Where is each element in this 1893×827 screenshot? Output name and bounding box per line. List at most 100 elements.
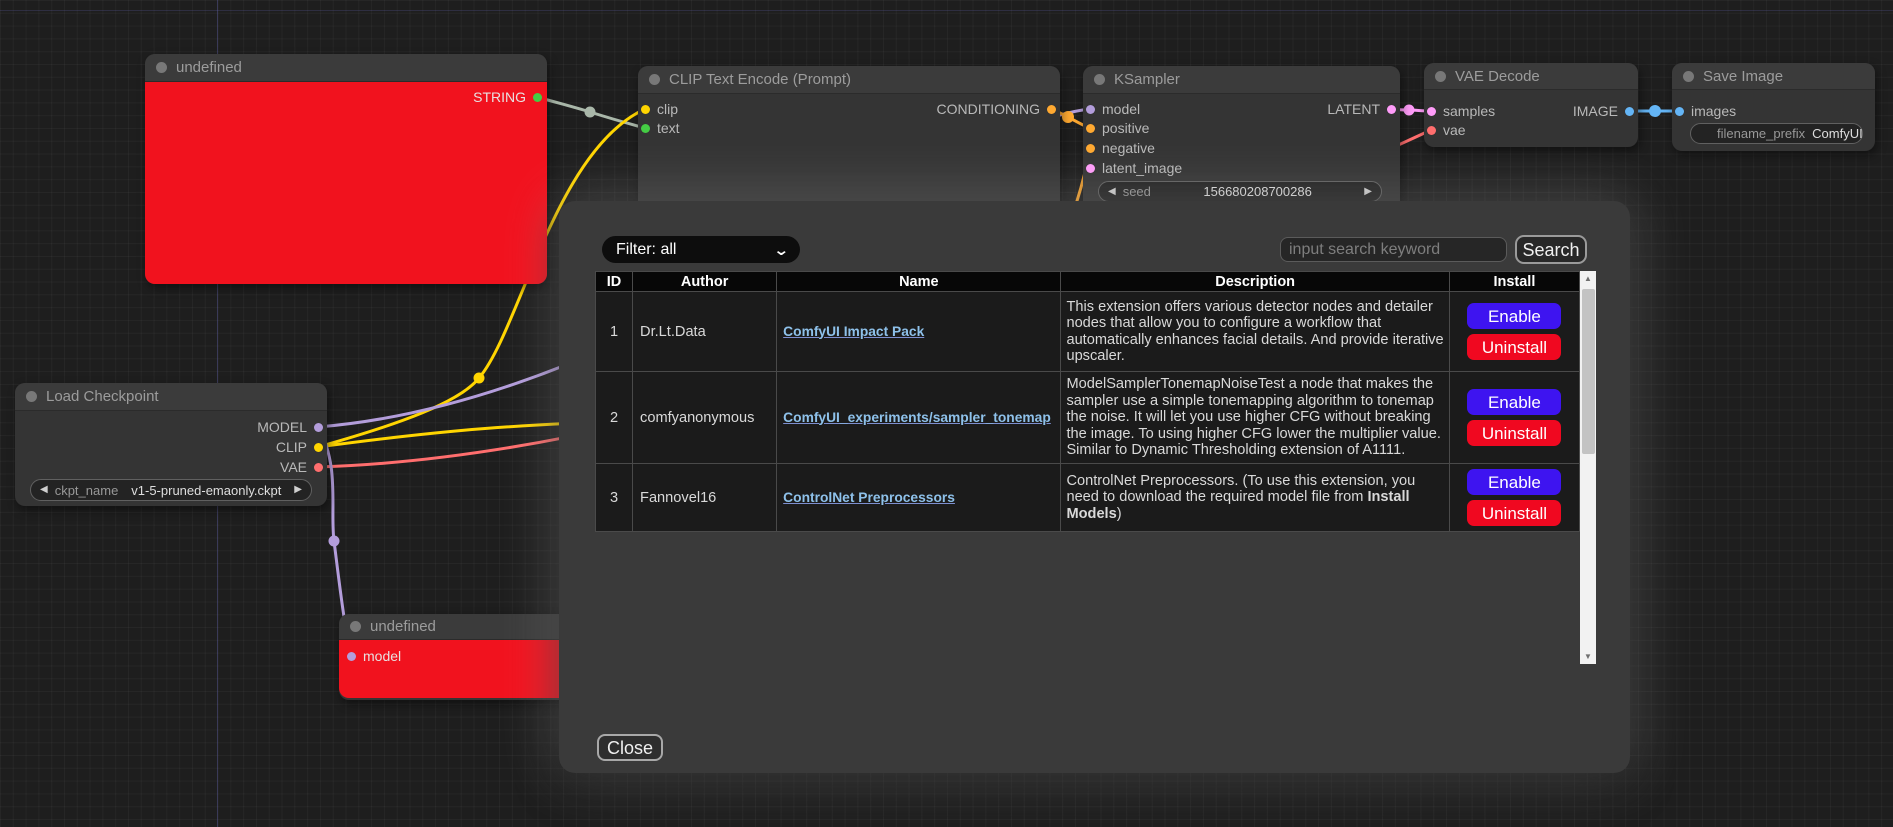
cell-name: ComfyUI Impact Pack (777, 292, 1061, 372)
node-title: VAE Decode (1455, 68, 1540, 85)
port-dot-model[interactable] (1086, 105, 1095, 114)
increment-arrow-icon[interactable]: ▶ (294, 485, 302, 495)
node-status-dot-icon (26, 391, 37, 402)
port-dot-clip[interactable] (641, 105, 650, 114)
wire-dot-clip (474, 373, 485, 384)
port-dot-image[interactable] (1625, 107, 1634, 116)
node-header[interactable]: undefined (145, 54, 547, 82)
extension-link[interactable]: ComfyUI Impact Pack (783, 324, 924, 339)
node-status-dot-icon (1435, 71, 1446, 82)
node-header[interactable]: Save Image (1672, 63, 1875, 90)
port-negative-input[interactable]: negative (1086, 140, 1155, 156)
uninstall-button[interactable]: Uninstall (1467, 420, 1561, 446)
node-title: Load Checkpoint (46, 388, 159, 405)
port-dot-latent[interactable] (1387, 105, 1396, 114)
port-clip-input[interactable]: clip (641, 101, 678, 117)
decrement-arrow-icon[interactable]: ◀ (1108, 187, 1116, 197)
cell-id: 1 (596, 292, 633, 372)
port-image-output[interactable]: IMAGE (1573, 103, 1634, 119)
node-title: CLIP Text Encode (Prompt) (669, 71, 851, 88)
node-title: KSampler (1114, 71, 1180, 88)
filename-prefix-widget[interactable]: filename_prefix ComfyUI (1690, 123, 1863, 144)
port-model-input[interactable]: model (1086, 101, 1140, 117)
wire-dot-conditioning (1062, 111, 1074, 123)
search-button[interactable]: Search (1515, 235, 1587, 264)
port-dot-vae-out[interactable] (314, 463, 323, 472)
cell-name: ControlNet Preprocessors (777, 464, 1061, 532)
uninstall-button[interactable]: Uninstall (1467, 500, 1561, 526)
node-load-checkpoint[interactable]: Load Checkpoint MODEL CLIP VAE ◀ ckpt_na… (15, 383, 327, 506)
extension-link[interactable]: ComfyUI_experiments/sampler_tonemap (783, 410, 1051, 425)
port-positive-input[interactable]: positive (1086, 120, 1149, 136)
cell-install: Enable Uninstall (1449, 292, 1579, 372)
port-samples-input[interactable]: samples (1427, 103, 1495, 119)
enable-button[interactable]: Enable (1467, 389, 1561, 415)
port-string-output[interactable]: STRING (473, 89, 542, 105)
scrollbar-down-arrow-icon[interactable]: ▼ (1580, 649, 1596, 664)
search-input[interactable] (1280, 237, 1507, 262)
port-dot-samples[interactable] (1427, 107, 1436, 116)
filter-select[interactable]: Filter: all ⌄ (602, 236, 800, 263)
extensions-table: ID Author Name Description Install 1 Dr.… (595, 271, 1580, 532)
cell-description: ControlNet Preprocessors. (To use this e… (1061, 464, 1449, 532)
node-header[interactable]: CLIP Text Encode (Prompt) (638, 66, 1060, 94)
uninstall-button[interactable]: Uninstall (1467, 334, 1561, 360)
cell-description: ModelSamplerTonemapNoiseTest a node that… (1061, 372, 1449, 464)
port-clip-output[interactable]: CLIP (276, 439, 323, 455)
table-scrollbar[interactable]: ▲ ▼ (1580, 271, 1596, 664)
port-conditioning-output[interactable]: CONDITIONING (937, 101, 1056, 117)
wire-dot-model (329, 536, 340, 547)
port-dot-positive[interactable] (1086, 124, 1095, 133)
close-button[interactable]: Close (597, 734, 663, 761)
node-header[interactable]: Load Checkpoint (15, 383, 327, 411)
port-latent-output[interactable]: LATENT (1327, 101, 1396, 117)
node-clip-text-encode[interactable]: CLIP Text Encode (Prompt) clip text COND… (638, 66, 1060, 212)
extension-link[interactable]: ControlNet Preprocessors (783, 490, 955, 505)
cell-id: 3 (596, 464, 633, 532)
node-status-dot-icon (1683, 71, 1694, 82)
node-undefined-top[interactable]: undefined STRING (145, 54, 547, 284)
table-row: 3 Fannovel16 ControlNet Preprocessors Co… (596, 464, 1580, 532)
port-dot-model[interactable] (347, 652, 356, 661)
port-dot-model-out[interactable] (314, 423, 323, 432)
port-dot-clip-out[interactable] (314, 443, 323, 452)
node-ksampler[interactable]: KSampler model positive negative latent_… (1083, 66, 1400, 216)
port-dot-conditioning[interactable] (1047, 105, 1056, 114)
enable-button[interactable]: Enable (1467, 303, 1561, 329)
port-latent-image-input[interactable]: latent_image (1086, 160, 1182, 176)
enable-button[interactable]: Enable (1467, 469, 1561, 495)
seed-widget[interactable]: ◀ seed 156680208700286 ▶ (1098, 181, 1382, 202)
port-model-input[interactable]: model (347, 648, 401, 664)
cell-author: Fannovel16 (633, 464, 777, 532)
cell-description: This extension offers various detector n… (1061, 292, 1449, 372)
port-text-input[interactable]: text (641, 120, 680, 136)
port-dot-negative[interactable] (1086, 144, 1095, 153)
node-save-image[interactable]: Save Image images filename_prefix ComfyU… (1672, 63, 1875, 151)
port-dot-string[interactable] (533, 93, 542, 102)
port-vae-output[interactable]: VAE (280, 459, 323, 475)
node-status-dot-icon (156, 62, 167, 73)
table-header-row: ID Author Name Description Install (596, 272, 1580, 292)
decrement-arrow-icon[interactable]: ◀ (40, 485, 48, 495)
port-dot-images[interactable] (1675, 107, 1684, 116)
chevron-down-icon: ⌄ (774, 241, 790, 259)
port-dot-latent-image[interactable] (1086, 164, 1095, 173)
scrollbar-up-arrow-icon[interactable]: ▲ (1580, 271, 1596, 286)
scrollbar-thumb[interactable] (1582, 289, 1595, 454)
cell-author: Dr.Lt.Data (633, 292, 777, 372)
node-header[interactable]: VAE Decode (1424, 63, 1638, 90)
port-dot-vae[interactable] (1427, 126, 1436, 135)
ckpt-name-widget[interactable]: ◀ ckpt_name v1-5-pruned-emaonly.ckpt ▶ (30, 479, 312, 501)
port-model-output[interactable]: MODEL (257, 419, 323, 435)
cell-install: Enable Uninstall (1449, 464, 1579, 532)
port-images-input[interactable]: images (1675, 103, 1736, 119)
wire-dot-latent (1404, 105, 1415, 116)
node-header[interactable]: KSampler (1083, 66, 1400, 94)
col-header-id: ID (596, 272, 633, 292)
table-row: 2 comfyanonymous ComfyUI_experiments/sam… (596, 372, 1580, 464)
cell-install: Enable Uninstall (1449, 372, 1579, 464)
increment-arrow-icon[interactable]: ▶ (1364, 187, 1372, 197)
port-vae-input[interactable]: vae (1427, 122, 1466, 138)
node-vae-decode[interactable]: VAE Decode samples vae IMAGE (1424, 63, 1638, 147)
port-dot-text[interactable] (641, 124, 650, 133)
